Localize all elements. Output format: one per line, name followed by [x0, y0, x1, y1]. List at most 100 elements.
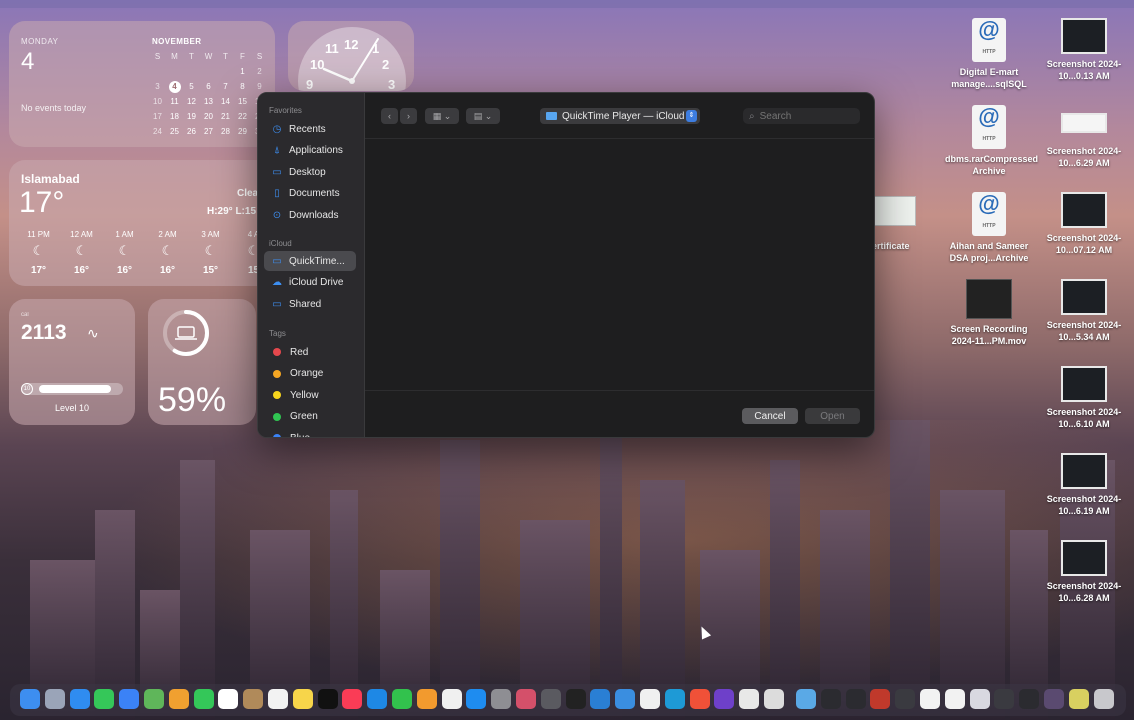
clock-icon: ◷ — [272, 123, 282, 135]
file-browser-area[interactable] — [365, 140, 874, 390]
group-button[interactable]: ▤ ⌄ — [466, 108, 500, 124]
desktop-file[interactable]: @ HTTP dbms.rarCompressed Archive — [945, 105, 1038, 177]
sidebar-item[interactable]: ◷ Recents — [264, 119, 356, 139]
desktop-file[interactable]: Screenshot 2024-10...6.28 AM — [1040, 540, 1128, 604]
tag-color-icon — [273, 391, 281, 400]
app-store-icon[interactable] — [466, 689, 487, 709]
sidebar-item[interactable]: ▯ Documents — [264, 184, 356, 204]
pages-icon[interactable] — [416, 689, 437, 709]
updown-arrows-icon: ⇕ — [686, 110, 697, 122]
clock-widget[interactable]: 12 11 1 10 2 9 3 — [288, 21, 414, 91]
sidebar-item[interactable]: ▭ QuickTime... — [264, 251, 356, 271]
settings-icon[interactable] — [491, 689, 512, 709]
launchpad-icon[interactable] — [44, 689, 65, 709]
desktop-file[interactable]: Screenshot 2024-10...5.34 AM — [1040, 279, 1128, 343]
music-icon[interactable] — [342, 689, 363, 709]
vscode-icon[interactable] — [590, 689, 611, 709]
screenshot-thumbnail — [1061, 540, 1107, 576]
vscode-insiders-icon[interactable] — [664, 689, 685, 709]
activity-widget[interactable]: cal 2113 ∿ 10 Level 10 — [9, 299, 135, 425]
location-popup[interactable]: QuickTime Player — iCloud ⇕ — [540, 108, 700, 124]
level-badge: 10 — [21, 383, 33, 395]
desktop-file[interactable]: Screenshot 2024-10...07.12 AM — [1040, 192, 1128, 256]
stack-icon[interactable] — [1068, 689, 1089, 709]
photos-icon[interactable] — [168, 689, 189, 709]
desktop-file[interactable]: Screenshot 2024-10...0.13 AM — [1040, 18, 1128, 82]
weather-widget[interactable]: Islamabad 17° Clea H:29° L:15 11 PM ☾ 17° 1… — [9, 160, 275, 286]
desktop-file[interactable]: Screenshot 2024-10...6.29 AM — [1040, 105, 1128, 169]
weather-hour-temp: 17° — [30, 265, 47, 276]
stack-icon[interactable] — [1019, 689, 1040, 709]
calendar-weekday-header: S — [256, 52, 263, 61]
github-icon[interactable] — [714, 689, 735, 709]
calendar-date: 28 — [221, 127, 230, 136]
keynote-icon[interactable] — [367, 689, 388, 709]
messages-icon[interactable] — [94, 689, 115, 709]
sidebar-item[interactable]: Blue — [264, 428, 356, 437]
calendar-weekday-header: M — [171, 52, 178, 61]
desktop-file[interactable]: @ HTTP Aihan and Sameer DSA proj...Archive — [945, 192, 1033, 264]
sidebar-item[interactable]: Orange — [264, 364, 356, 384]
calendar-date: 12 — [187, 97, 196, 106]
stack-icon[interactable] — [895, 689, 916, 709]
sidebar-item[interactable]: ☁ iCloud Drive — [264, 273, 356, 293]
stack-icon[interactable] — [969, 689, 990, 709]
sidebar-item-label: Yellow — [290, 389, 319, 401]
calendar-weekday-header: F — [240, 52, 245, 61]
chrome-icon[interactable] — [739, 689, 760, 709]
numbers-icon[interactable] — [392, 689, 412, 709]
chatgpt-icon[interactable] — [441, 689, 462, 709]
trash-icon[interactable] — [1093, 689, 1114, 709]
view-mode-button[interactable]: ▦ ⌄ — [425, 108, 459, 124]
desktop-file[interactable]: Screenshot 2024-10...6.19 AM — [1040, 453, 1128, 517]
quicktime-icon[interactable] — [764, 689, 784, 709]
battery-widget[interactable]: 59% — [148, 299, 256, 425]
notes-icon[interactable] — [292, 689, 313, 709]
swift-icon[interactable] — [689, 689, 710, 709]
stack-icon[interactable] — [944, 689, 965, 709]
stack-icon[interactable] — [820, 689, 841, 709]
forward-button[interactable]: › — [400, 108, 417, 124]
maps-icon[interactable] — [144, 689, 164, 709]
sidebar-item[interactable]: ⊙ Downloads — [264, 205, 356, 225]
sidebar-item[interactable]: ⍋ Applications — [264, 141, 356, 161]
finder-icon[interactable] — [20, 689, 40, 709]
calendar-icon[interactable] — [218, 689, 239, 709]
desktop-file[interactable]: @ HTTP Digital E-mart manage....sqlSQL — [945, 18, 1033, 90]
calendar-date: 3 — [155, 82, 160, 91]
tv-icon[interactable] — [317, 689, 338, 709]
contacts-icon[interactable] — [243, 689, 264, 709]
mail-icon[interactable] — [119, 689, 140, 709]
stack-icon[interactable] — [994, 689, 1015, 709]
preview-icon[interactable] — [516, 689, 536, 709]
cancel-button[interactable]: Cancel — [742, 408, 798, 424]
document-icon: ▯ — [274, 188, 280, 200]
search-field[interactable]: ⌕ — [743, 108, 860, 124]
desktop-file[interactable]: Screen Recording 2024-11...PM.mov — [945, 279, 1033, 347]
sidebar-item[interactable]: Green — [264, 407, 356, 427]
facetime-icon[interactable] — [193, 689, 214, 709]
stack-icon[interactable] — [1044, 689, 1064, 709]
stack-icon[interactable] — [870, 689, 891, 709]
calendar-widget[interactable]: MONDAY 4 No events today NOVEMBER S M T W T F… — [9, 21, 275, 147]
stack-icon[interactable] — [845, 689, 866, 709]
search-input[interactable] — [759, 110, 850, 122]
sidebar-item[interactable]: ▭ Shared — [264, 294, 356, 314]
open-file-dialog: Favorites iCloud Tags ◷ Recents ⍋ Applicati… — [257, 92, 875, 438]
sidebar-item[interactable]: Red — [264, 342, 356, 362]
desktop-file[interactable]: Screenshot 2024-10...6.10 AM — [1040, 366, 1128, 430]
clock-face: 12 11 1 10 2 9 3 — [298, 27, 406, 91]
stack-icon[interactable] — [920, 689, 940, 709]
terminal-icon[interactable] — [565, 689, 586, 709]
pycharm-icon[interactable] — [615, 689, 636, 709]
downloads-folder-icon[interactable] — [796, 689, 816, 709]
open-button[interactable]: Open — [805, 408, 860, 424]
sidebar-item[interactable]: Yellow — [264, 385, 356, 405]
weather-temperature: 17° — [19, 186, 65, 219]
reminders-icon[interactable] — [268, 689, 288, 709]
safari-icon[interactable] — [69, 689, 90, 709]
back-button[interactable]: ‹ — [381, 108, 398, 124]
mongodb-icon[interactable] — [640, 689, 660, 709]
sidebar-item[interactable]: ▭ Desktop — [264, 162, 356, 182]
xcode-icon[interactable] — [540, 689, 561, 709]
